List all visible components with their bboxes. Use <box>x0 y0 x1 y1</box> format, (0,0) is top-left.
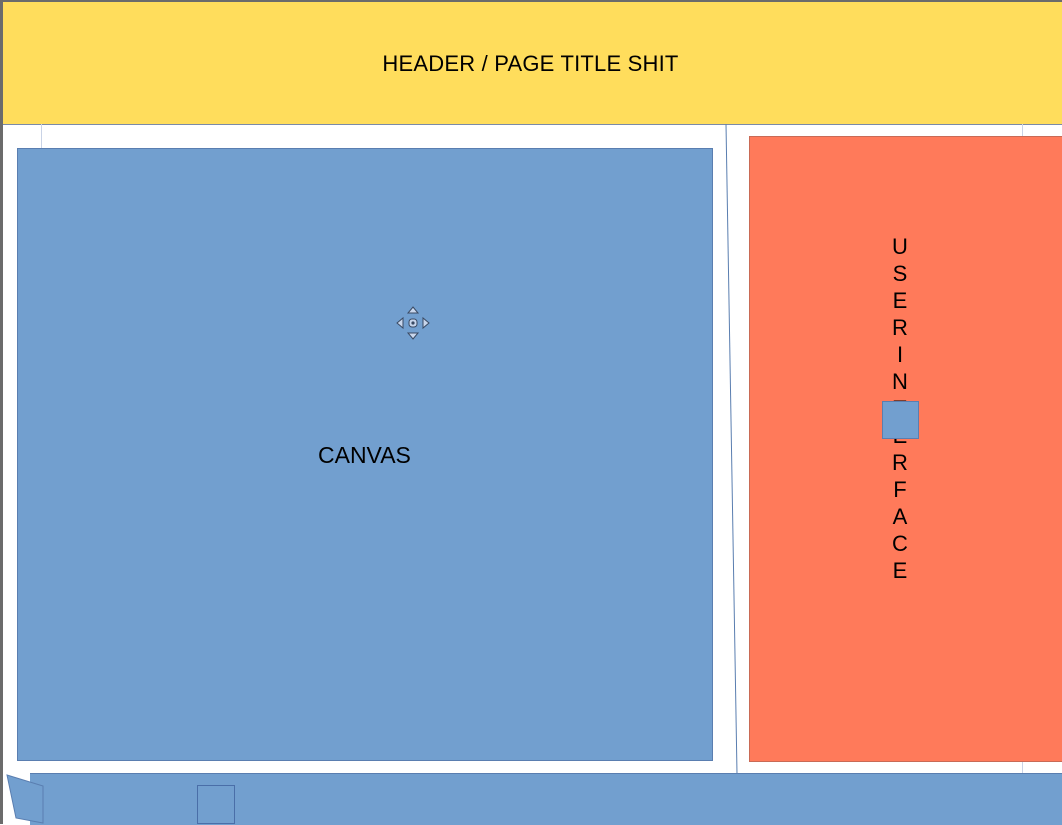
ui-label-letter: A <box>892 504 908 529</box>
ui-label-letter: U <box>892 234 908 259</box>
canvas-area[interactable]: CANVAS <box>17 148 713 761</box>
ui-label-letter: S <box>892 261 908 286</box>
ui-label-letter: R <box>892 450 908 475</box>
page-title: HEADER / PAGE TITLE SHIT <box>382 51 679 76</box>
ui-label-letter: N <box>892 369 908 394</box>
panel-divider-line <box>725 124 738 775</box>
bottom-bar-handle-shape[interactable] <box>6 774 46 824</box>
bottom-bar-square[interactable] <box>197 785 235 824</box>
ui-label-letter: C <box>892 531 908 556</box>
user-interface-panel[interactable]: U S E R I N T E R F A C E <box>749 136 1062 762</box>
move-arrows-icon[interactable] <box>396 306 430 340</box>
canvas-label: CANVAS <box>318 442 411 468</box>
guide-line-right <box>1022 124 1023 136</box>
guide-line-left <box>41 124 42 148</box>
ui-label-letter: E <box>892 558 908 583</box>
ui-label-letter: E <box>892 288 908 313</box>
ui-widget-square[interactable] <box>882 401 919 439</box>
ui-label-letter: F <box>893 477 907 502</box>
ui-label-letter: R <box>892 315 908 340</box>
ui-label-letter: I <box>896 342 904 367</box>
bottom-bar[interactable] <box>30 773 1062 825</box>
header: HEADER / PAGE TITLE SHIT <box>3 2 1062 125</box>
guide-line-bottom-right <box>1022 762 1023 773</box>
